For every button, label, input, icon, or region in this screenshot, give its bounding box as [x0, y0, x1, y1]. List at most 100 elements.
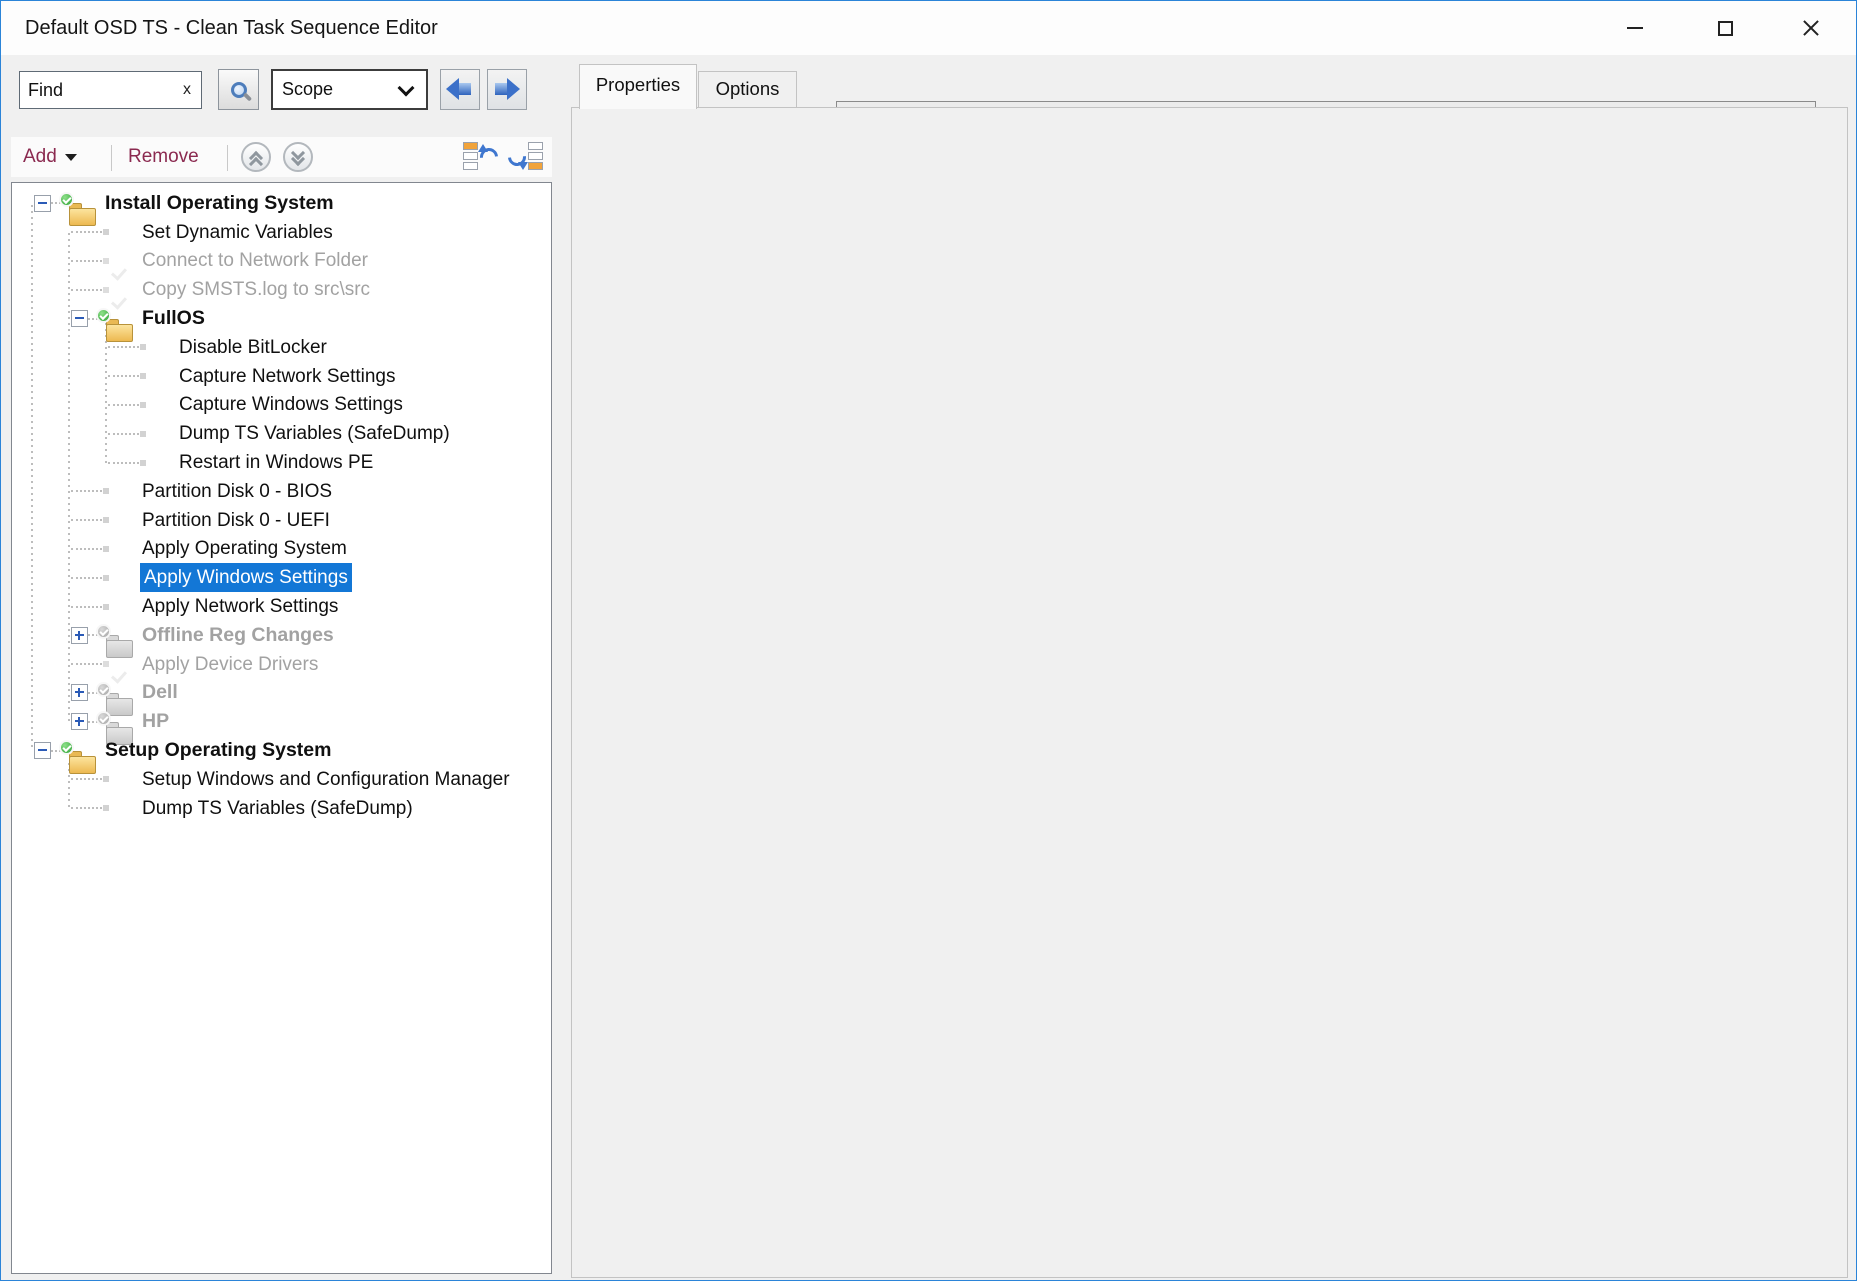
maximize-button[interactable] [1694, 1, 1756, 55]
title-bar: Default OSD TS - Clean Task Sequence Edi… [1, 1, 1856, 55]
tree-item-label: Apply Operating System [142, 535, 347, 562]
chevron-down-icon [398, 80, 415, 97]
minimize-icon [1627, 27, 1643, 29]
add-button[interactable]: Add [23, 137, 77, 177]
collapse-expander-icon[interactable] [71, 310, 88, 327]
arrow-left-icon [446, 78, 459, 100]
tree-toolbar: Add Remove [11, 137, 552, 177]
tree-item-label: Apply Device Drivers [142, 651, 318, 678]
tree-item-group[interactable]: Install Operating System [12, 189, 551, 218]
tree-connector [71, 663, 106, 665]
find-next-button[interactable] [487, 69, 527, 110]
expand-expander-icon[interactable] [71, 684, 88, 701]
add-button-label: Add [23, 146, 57, 168]
tree-item-step[interactable]: Capture Network Settings [12, 362, 551, 391]
tree-connector [108, 346, 143, 348]
tree-connector [71, 778, 106, 780]
move-item-up-button[interactable] [461, 140, 499, 174]
window-title: Default OSD TS - Clean Task Sequence Edi… [25, 1, 438, 55]
tree-item-label: Set Dynamic Variables [142, 219, 333, 246]
close-button[interactable] [1780, 1, 1842, 55]
tree-item-label: Apply Windows Settings [140, 563, 352, 592]
collapse-expander-icon[interactable] [34, 195, 51, 212]
tree-connector [108, 404, 143, 406]
tree-item-label: Copy SMSTS.log to src\src [142, 276, 370, 303]
tree-item-step-selected[interactable]: Apply Windows Settings [12, 563, 551, 592]
task-sequence-tree: Install Operating System Set Dynamic Var… [11, 182, 552, 1274]
minimize-button[interactable] [1604, 1, 1666, 55]
tree-item-step[interactable]: Connect to Network Folder [12, 247, 551, 276]
expand-expander-icon[interactable] [71, 627, 88, 644]
tree-item-step[interactable]: Disable BitLocker [12, 333, 551, 362]
expand-expander-icon[interactable] [71, 713, 88, 730]
tree-item-step[interactable]: Restart in Windows PE [12, 448, 551, 477]
tree-item-label: Apply Network Settings [142, 593, 338, 620]
tree-connector [71, 519, 106, 521]
tree-item-group[interactable]: HP [12, 707, 551, 736]
tree-item-group[interactable]: Dell [12, 679, 551, 708]
arrow-right-icon [507, 78, 520, 100]
tree-item-step[interactable]: Apply Operating System [12, 535, 551, 564]
tree-item-label: Setup Operating System [105, 737, 331, 764]
collapse-expander-icon[interactable] [34, 742, 51, 759]
remove-button[interactable]: Remove [128, 137, 199, 177]
tab-properties[interactable]: Properties [579, 64, 697, 109]
toolbar-separator [111, 145, 112, 171]
tree-connector [71, 548, 106, 550]
tree-item-label: Disable BitLocker [179, 334, 327, 361]
expand-all-button[interactable] [283, 142, 313, 172]
search-button[interactable] [218, 69, 259, 110]
find-input-value: Find [28, 72, 63, 108]
close-icon [1802, 19, 1820, 37]
tree-item-label: Dell [142, 679, 178, 706]
tree-connector [108, 462, 143, 464]
arrow-head [518, 162, 528, 170]
tree-connector [108, 433, 143, 435]
clear-find-icon[interactable]: x [183, 72, 191, 108]
tree-item-group[interactable]: Offline Reg Changes [12, 621, 551, 650]
list-row [463, 162, 478, 170]
tree-item-label: Capture Windows Settings [179, 391, 403, 418]
arrow-right-tail [495, 83, 507, 95]
tree-item-label: Install Operating System [105, 190, 334, 217]
find-input[interactable]: Find x [19, 71, 202, 109]
tree-item-label: Capture Network Settings [179, 363, 396, 390]
list-row [463, 152, 478, 160]
tree-item-step[interactable]: Set Dynamic Variables [12, 218, 551, 247]
tree-item-step[interactable]: Dump TS Variables (SafeDump) [12, 419, 551, 448]
tree-item-label: Offline Reg Changes [142, 622, 334, 649]
tree-item-label: Dump TS Variables (SafeDump) [179, 420, 450, 447]
move-item-down-button[interactable] [507, 140, 545, 174]
tree-item-group[interactable]: Setup Operating System [12, 736, 551, 765]
list-row [528, 162, 543, 170]
tree-connector [71, 490, 106, 492]
tree-item-label: Dump TS Variables (SafeDump) [142, 795, 413, 822]
tree-item-step[interactable]: Copy SMSTS.log to src\src [12, 275, 551, 304]
scope-dropdown[interactable]: Scope [271, 69, 428, 110]
list-row [463, 142, 478, 150]
tree-item-step[interactable]: Partition Disk 0 - UEFI [12, 506, 551, 535]
tree-item-step[interactable]: Setup Windows and Configuration Manager [12, 765, 551, 794]
list-row [528, 152, 543, 160]
tree-connector [71, 577, 106, 579]
tree-connector [71, 289, 106, 291]
tree-connector [108, 375, 143, 377]
caret-down-icon [65, 154, 77, 161]
tree-item-step[interactable]: Partition Disk 0 - BIOS [12, 477, 551, 506]
toolbar-separator [227, 145, 228, 171]
tree-connector [71, 606, 106, 608]
tree-item-label: Restart in Windows PE [179, 449, 373, 476]
tree-item-label: HP [142, 708, 169, 735]
collapse-all-button[interactable] [241, 142, 271, 172]
find-previous-button[interactable] [440, 69, 480, 110]
tree-item-step[interactable]: Apply Network Settings [12, 592, 551, 621]
arrow-head [478, 144, 488, 152]
tree-item-label: Partition Disk 0 - BIOS [142, 478, 332, 505]
tree-item-group[interactable]: FullOS [12, 304, 551, 333]
tree-connector [71, 231, 106, 233]
tree-item-step[interactable]: Capture Windows Settings [12, 391, 551, 420]
tree-item-step[interactable]: Apply Device Drivers [12, 650, 551, 679]
tab-options[interactable]: Options [698, 71, 797, 107]
tree-item-step[interactable]: Dump TS Variables (SafeDump) [12, 794, 551, 823]
search-icon [231, 82, 247, 98]
